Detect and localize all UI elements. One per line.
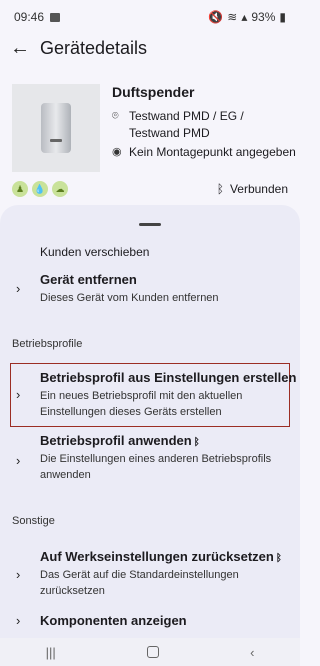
bluetooth-icon: ᛒ (193, 437, 200, 448)
home-icon[interactable] (146, 646, 159, 658)
device-location-row: ⌾ Testwand PMD / EG / Testwand PMD (112, 108, 288, 142)
item-title: Betriebsprofil anwenden (40, 433, 192, 448)
device-image (12, 84, 100, 172)
item-subtitle: Das Gerät auf die Standardeinstellungen … (40, 569, 239, 597)
chevron-right-icon: › (16, 453, 21, 468)
battery-level: 93% (251, 10, 276, 24)
move-customer-item[interactable]: Kunden verschieben (0, 241, 300, 265)
drop-feature-icon: 💧 (32, 181, 48, 197)
chevron-right-icon: › (16, 387, 21, 402)
create-profile-item[interactable]: › Betriebsprofil aus Einstellungen erste… (0, 365, 300, 425)
sheet-drag-handle[interactable] (139, 223, 161, 226)
chevron-right-icon: › (16, 567, 21, 582)
arrow-left-icon[interactable]: ← (0, 34, 40, 62)
item-subtitle: Dieses Gerät vom Kunden entfernen (40, 292, 219, 304)
apply-profile-item[interactable]: › Betriebsprofil anwenden ᛒ Die Einstellu… (0, 431, 300, 487)
device-location: Testwand PMD / EG / Testwand PMD (129, 109, 244, 140)
show-components-item[interactable]: › Komponenten anzeigen (0, 609, 300, 635)
chevron-right-icon: › (16, 281, 21, 296)
item-title: Komponenten anzeigen (40, 613, 187, 628)
item-title-row: Auf Werkseinstellungen zurücksetzen ᛒ (40, 549, 282, 564)
device-card: Duftspender ⌾ Testwand PMD / EG / Testwa… (12, 80, 296, 172)
actions-bottom-sheet: Kunden verschieben › Gerät entfernen Die… (0, 205, 300, 666)
item-title-row: Betriebsprofil anwenden ᛒ (40, 433, 200, 448)
status-time: 09:46 (14, 10, 45, 24)
item-title: Betriebsprofil aus Einstellungen erstell… (40, 370, 297, 385)
cloud-feature-icon: ☁ (52, 181, 68, 197)
bluetooth-icon: ᛒ (275, 553, 282, 564)
system-nav-bar: ||| ‹ (0, 638, 300, 666)
connection-label: Verbunden (229, 182, 288, 196)
device-name: Duftspender (112, 84, 195, 100)
signal-icon: ▴ (241, 10, 248, 24)
mountpoint-row: ◉ Kein Montagepunkt angegeben (112, 144, 298, 161)
item-subtitle: Ein neues Betriebsprofil mit den aktuell… (40, 390, 243, 418)
bluetooth-icon: ᛒ (216, 182, 224, 196)
gallery-notification-icon (50, 12, 61, 22)
app-bar: ← Gerätedetails (0, 34, 300, 62)
wifi-icon: ≋ (227, 10, 238, 24)
mountpoint-text: Kein Montagepunkt angegeben (129, 145, 296, 159)
item-title: Kunden verschieben (40, 245, 150, 259)
target-icon: ◉ (112, 146, 122, 158)
item-subtitle: Die Einstellungen eines anderen Betriebs… (40, 453, 272, 481)
factory-reset-item[interactable]: › Auf Werkseinstellungen zurücksetzen ᛒ D… (0, 545, 300, 603)
person-feature-icon: ♟ (12, 181, 28, 197)
device-feature-tags: ♟ 💧 ☁ (12, 181, 68, 197)
page-title: Gerätedetails (40, 37, 148, 58)
section-operating-profiles: Betriebsprofile (12, 338, 83, 350)
location-pin-icon: ⌾ (112, 110, 119, 122)
recents-icon[interactable]: ||| (46, 645, 56, 660)
connection-status: ᛒ Verbunden (217, 182, 288, 196)
status-bar: 09:46 🔇 ≋ ▴ 93% ▮ (0, 0, 300, 34)
mute-icon: 🔇 (208, 10, 224, 24)
item-title: Gerät entfernen (40, 272, 137, 287)
item-title: Auf Werkseinstellungen zurücksetzen (40, 549, 274, 564)
back-nav-icon[interactable]: ‹ (250, 645, 254, 660)
dispenser-illustration (41, 103, 71, 153)
remove-device-item[interactable]: › Gerät entfernen Dieses Gerät vom Kunde… (0, 269, 300, 309)
chevron-right-icon: › (16, 613, 21, 628)
battery-icon: ▮ (279, 10, 286, 24)
section-other: Sonstige (12, 515, 55, 527)
